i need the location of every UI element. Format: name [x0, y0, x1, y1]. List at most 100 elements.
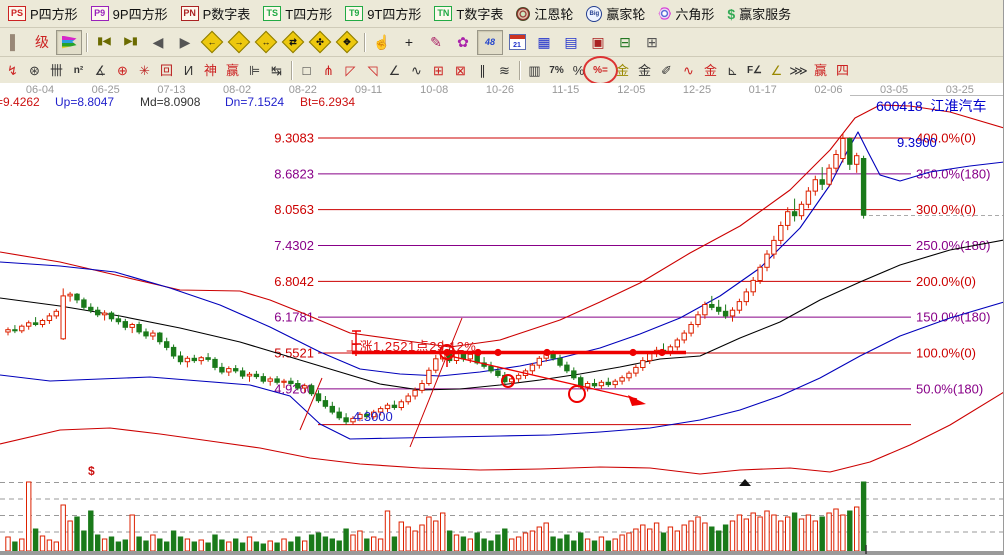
step-tool-icon: ⋙	[789, 64, 808, 77]
gold-circle-tool[interactable]: 金	[612, 59, 633, 83]
notes-button-icon: ▤	[564, 35, 577, 49]
channel-tool[interactable]: ≋	[494, 59, 515, 83]
parallel-tool[interactable]: ∥	[472, 59, 493, 83]
ying-tool-icon: 赢	[226, 64, 239, 77]
menu-t-table[interactable]: TNT数字表	[434, 4, 503, 23]
menu-winner-service[interactable]: $赢家服务	[727, 4, 791, 23]
menu-9t-square[interactable]: T99T四方形	[345, 4, 421, 23]
annotate-button[interactable]: ✎	[423, 30, 449, 55]
gann-wheel-tool[interactable]: ⊛	[24, 59, 45, 83]
square-spiral-tool[interactable]: 回	[156, 59, 177, 83]
percent-levels-tool[interactable]: %=	[590, 59, 611, 83]
target-circle-tool[interactable]: ⊕	[112, 59, 133, 83]
percent-tool[interactable]: %	[568, 59, 589, 83]
color-chart-button[interactable]	[56, 30, 82, 55]
last-bar-button[interactable]: ▶▮	[118, 30, 144, 55]
menu-p-square[interactable]: PSP四方形	[8, 4, 78, 23]
grid-diag-tool[interactable]: ⊠	[450, 59, 471, 83]
menu-hexagon[interactable]: 六角形	[658, 4, 714, 23]
diamond-hshrink-button[interactable]: ⇄	[280, 30, 306, 55]
indicator-48-button[interactable]: 48	[477, 30, 503, 55]
time-ruler-tool[interactable]: 卌	[46, 59, 67, 83]
svg-text:09-11: 09-11	[355, 84, 382, 96]
magic-tool-button-icon: ✿	[457, 35, 469, 49]
prev-bar-button[interactable]: ◀	[145, 30, 171, 55]
gold-angle-tool[interactable]: ∠	[766, 59, 787, 83]
export-button[interactable]: ⊟	[612, 30, 638, 55]
angle-lines-tool[interactable]: ∠	[384, 59, 405, 83]
diamond-hexpand-button[interactable]: ↔	[253, 30, 279, 55]
crosshair-button[interactable]: +	[396, 30, 422, 55]
n-wave-tool[interactable]: И	[178, 59, 199, 83]
svg-text:=9.4262: =9.4262	[0, 95, 40, 109]
box-tool[interactable]: □	[296, 59, 317, 83]
angle-f-tool[interactable]: F∠	[744, 59, 765, 83]
ying-tool[interactable]: 赢	[222, 59, 243, 83]
percent-wave-tool[interactable]: 7%	[546, 59, 567, 83]
menu-gann-wheel[interactable]: 江恩轮	[516, 4, 573, 23]
h-measure-tool[interactable]: ↹	[266, 59, 287, 83]
ruler-123-tool-icon: ⊫	[249, 64, 260, 77]
diamond-expand-button-icon: ✣	[311, 33, 329, 51]
color-chart-icon	[62, 36, 77, 49]
last-bar-button-icon: ▶▮	[124, 37, 137, 47]
wave-tool[interactable]: ∿	[406, 59, 427, 83]
menu-9p-square[interactable]: P99P四方形	[91, 4, 168, 23]
n-square-tool[interactable]: n²	[68, 59, 89, 83]
diamond-expand-button[interactable]: ✣	[307, 30, 333, 55]
calculator-button[interactable]: ▦	[531, 30, 557, 55]
grid-tool[interactable]: ⊞	[428, 59, 449, 83]
percent-tool-icon: %	[573, 64, 585, 77]
svg-text:03-05: 03-05	[880, 84, 908, 96]
shen-tool-icon: 神	[204, 64, 217, 77]
winner-wheel-icon: Big	[586, 6, 602, 22]
four-tool[interactable]: 四	[832, 59, 853, 83]
menu-winner-wheel[interactable]: Big赢家轮	[586, 4, 645, 23]
svg-text:12-25: 12-25	[683, 84, 711, 96]
step-tool[interactable]: ⋙	[788, 59, 809, 83]
angle-ruler-tool[interactable]: ∡	[90, 59, 111, 83]
calendar-button[interactable]: 21	[504, 30, 530, 55]
brush-tool[interactable]: ✐	[656, 59, 677, 83]
four-tool-icon: 四	[836, 64, 849, 77]
diamond-left-button-icon: ←	[203, 33, 221, 51]
stock-info-button[interactable]: 级	[29, 30, 55, 55]
spiral-tool[interactable]: ✳	[134, 59, 155, 83]
svg-text:02-06: 02-06	[814, 84, 842, 96]
magic-tool-button[interactable]: ✿	[450, 30, 476, 55]
wave-percent-tool[interactable]: ∿	[678, 59, 699, 83]
menu-t-square[interactable]: TST四方形	[263, 4, 332, 23]
system-button[interactable]: ⊞	[639, 30, 665, 55]
shen-tool[interactable]: 神	[200, 59, 221, 83]
menu-p-table[interactable]: PNP数字表	[181, 4, 251, 23]
price-grid-tool[interactable]: ▥	[524, 59, 545, 83]
svg-text:200.0%(0): 200.0%(0)	[916, 274, 976, 289]
clipped-icon[interactable]: ▌	[2, 30, 28, 55]
save-button[interactable]: ▣	[585, 30, 611, 55]
save-button-icon: ▣	[591, 35, 604, 49]
diamond-right-button[interactable]: →	[226, 30, 252, 55]
fan-tool[interactable]: ⋔	[318, 59, 339, 83]
first-bar-button[interactable]: ▮◀	[91, 30, 117, 55]
ray-box-tool[interactable]: ◹	[362, 59, 383, 83]
trend-zigzag-tool[interactable]: ↯	[2, 59, 23, 83]
gold-box-tool[interactable]: 金	[700, 59, 721, 83]
hand-tool-button-icon: ☝	[373, 35, 390, 49]
diamond-full-button[interactable]: ✥	[334, 30, 360, 55]
next-bar-button[interactable]: ▶	[172, 30, 198, 55]
chart-canvas[interactable]: 06-0406-2507-1308-0208-2209-1110-0810-26…	[0, 83, 1004, 555]
angle-lines-tool-icon: ∠	[389, 64, 401, 77]
grid-tool-icon: ⊞	[433, 64, 444, 77]
ying2-tool[interactable]: 赢	[810, 59, 831, 83]
angle-y-tool[interactable]: ⊾	[722, 59, 743, 83]
gold-line-tool[interactable]: 金	[634, 59, 655, 83]
notes-button[interactable]: ▤	[558, 30, 584, 55]
svg-text:100.0%(0): 100.0%(0)	[916, 346, 976, 361]
ruler-123-tool[interactable]: ⊫	[244, 59, 265, 83]
fan-box-tool[interactable]: ◸	[340, 59, 361, 83]
menu-9p-square-icon: P9	[91, 6, 109, 21]
h-measure-tool-icon: ↹	[271, 64, 282, 77]
diamond-left-button[interactable]: ←	[199, 30, 225, 55]
menu-p-square-icon: PS	[8, 6, 26, 21]
hand-tool-button[interactable]: ☝	[369, 30, 395, 55]
